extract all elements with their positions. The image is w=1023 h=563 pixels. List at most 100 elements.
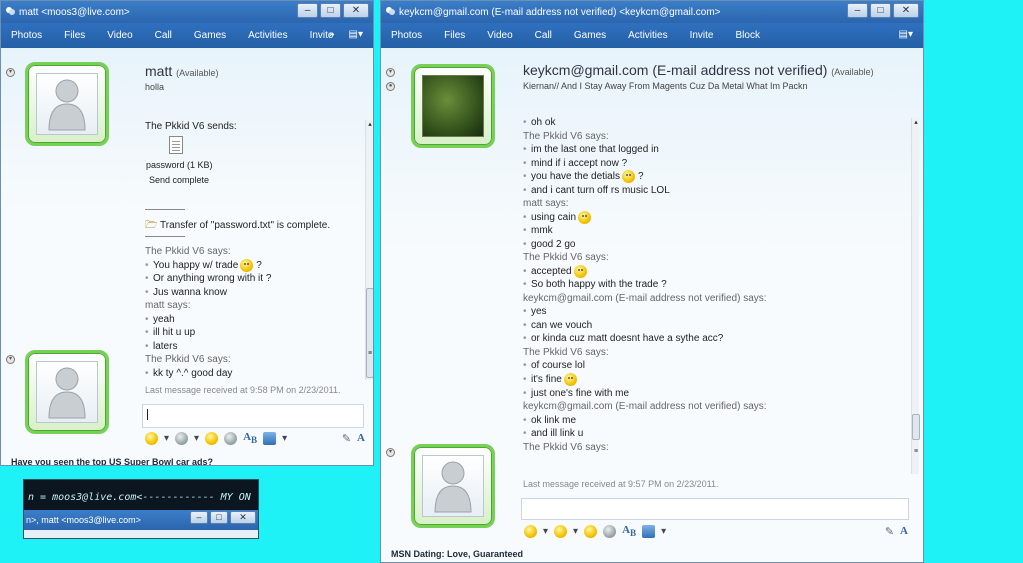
minimize-button[interactable]: – [847,3,868,18]
ad-link[interactable]: MSN Dating: Love, Guaranteed [391,549,523,559]
right-menu-extra: ▤▾ [899,29,913,40]
contact-avatar[interactable] [25,62,109,146]
conversation-scrollbar[interactable]: ▴ ≡ [911,118,920,474]
options-menu-icon[interactable]: ▤▾ [899,29,913,40]
emoticon-icon[interactable] [524,524,537,538]
message-line: it's fine [523,372,903,387]
left-window-title: matt <moos3@live.com> [19,6,130,18]
smiley-emoticon-icon [578,210,592,224]
collapse-icon[interactable]: ▾ [6,355,15,364]
message-line: oh ok [523,116,903,130]
menu-activities[interactable]: Activities [248,30,287,41]
message-line: and ill link u [523,427,903,441]
message-speaker: The Pkkid V6 says: [523,441,609,453]
menu-video[interactable]: Video [107,30,132,41]
message-speaker: The Pkkid V6 says: [523,346,609,358]
close-button[interactable]: ✕ [230,511,256,524]
message-line: yeah [145,313,365,327]
text-format-icon[interactable]: A [357,432,365,444]
conversation-scrollbar[interactable]: ▴ ≡ [365,120,373,380]
menu-call[interactable]: Call [535,30,552,41]
file-icon[interactable] [169,136,183,154]
right-conversation: oh okThe Pkkid V6 says:im the last one t… [523,116,903,454]
message-line: of course lol [523,359,903,373]
menu-photos[interactable]: Photos [391,30,422,41]
left-title-bar[interactable]: matt <moos3@live.com> – □ ✕ [1,1,373,23]
background-icon[interactable] [263,431,277,445]
message-input[interactable] [142,404,364,428]
handwriting-icon[interactable]: ✎ [885,525,894,538]
menu-photos[interactable]: Photos [11,30,42,41]
font-icon[interactable]: AB [243,431,257,445]
close-button[interactable]: ✕ [893,3,919,18]
close-button[interactable]: ✕ [343,3,369,18]
voice-clip-icon[interactable] [224,431,238,445]
menu-call[interactable]: Call [155,30,172,41]
default-user-icon [48,367,86,419]
maximize-button[interactable]: □ [320,3,341,18]
menu-games[interactable]: Games [574,30,606,41]
my-avatar[interactable] [411,444,495,528]
minimize-button[interactable]: – [190,511,208,524]
file-status: Send complete [149,175,210,185]
message-line: You happy w/ trade? [145,258,365,273]
text-format-icon[interactable]: A [900,525,908,537]
messenger-icon [6,7,15,15]
collapse-icon[interactable]: ▾ [386,448,395,457]
message-speaker: keykcm@gmail.com (E-mail address not ver… [523,292,767,304]
message-line: can we vouch [523,319,903,333]
contact-photo [422,75,484,137]
my-avatar[interactable] [25,350,109,434]
menu-video[interactable]: Video [487,30,512,41]
menu-files[interactable]: Files [64,30,85,41]
message-speaker: The Pkkid V6 says: [145,246,231,257]
message-input[interactable] [521,498,909,520]
message-line: Jus wanna know [145,286,365,300]
collapse-icon[interactable]: ▾ [6,68,15,77]
status-icon[interactable]: ● [386,82,395,91]
nudge-icon[interactable] [584,524,598,538]
background-window[interactable]: n = moos3@live.com<------------ MY ON n>… [23,479,259,539]
default-user-icon [434,461,472,513]
right-title-bar[interactable]: keykcm@gmail.com (E-mail address not ver… [381,1,923,23]
maximize-button[interactable]: □ [210,511,228,524]
maximize-button[interactable]: □ [870,3,891,18]
collapse-icon[interactable]: ▾ [386,68,395,77]
menu-block[interactable]: Block [736,30,760,41]
contact-avatar[interactable] [411,64,495,148]
menu-invite[interactable]: Invite [690,30,714,41]
transfer-complete: 🗁 Transfer of "password.txt" is complete… [145,220,331,231]
right-chat-window: keykcm@gmail.com (E-mail address not ver… [380,0,924,563]
message-speaker: keykcm@gmail.com (E-mail address not ver… [523,401,767,413]
wink-icon[interactable] [554,524,568,538]
menu-activities[interactable]: Activities [628,30,667,41]
more-menu-button[interactable]: » [329,29,335,40]
file-label[interactable]: password (1 KB) [146,160,213,170]
options-menu-icon[interactable]: ▤▾ [349,29,363,40]
menu-games[interactable]: Games [194,30,226,41]
message-speaker: The Pkkid V6 says: [523,252,609,264]
contact-name: matt (Available) [145,63,219,79]
smiley-emoticon-icon [621,170,635,183]
message-line: just one's fine with me [523,387,903,401]
nudge-icon[interactable] [205,431,219,445]
emoticon-icon[interactable] [145,431,158,445]
wink-icon[interactable] [175,431,189,445]
voice-clip-icon[interactable] [603,524,617,538]
handwriting-icon[interactable]: ✎ [342,432,351,445]
font-icon[interactable]: AB [622,524,636,538]
contact-status: (Available) [176,68,219,78]
message-line: or kinda cuz matt doesnt have a sythe ac… [523,332,903,346]
message-speaker: matt says: [523,198,569,210]
divider [145,209,185,210]
smiley-emoticon-icon [573,264,587,278]
menu-files[interactable]: Files [444,30,465,41]
background-icon[interactable] [642,524,656,538]
left-menu-bar: Photos Files Video Call Games Activities Invit… [1,23,373,48]
message-line: good 2 go [523,238,903,252]
contact-status: (Available) [831,67,874,77]
minimize-button[interactable]: – [297,3,318,18]
left-menu-extra: » ▤▾ [329,29,363,40]
ad-link[interactable]: Have you seen the top US Super Bowl car … [11,457,213,465]
message-line: yes [523,305,903,319]
